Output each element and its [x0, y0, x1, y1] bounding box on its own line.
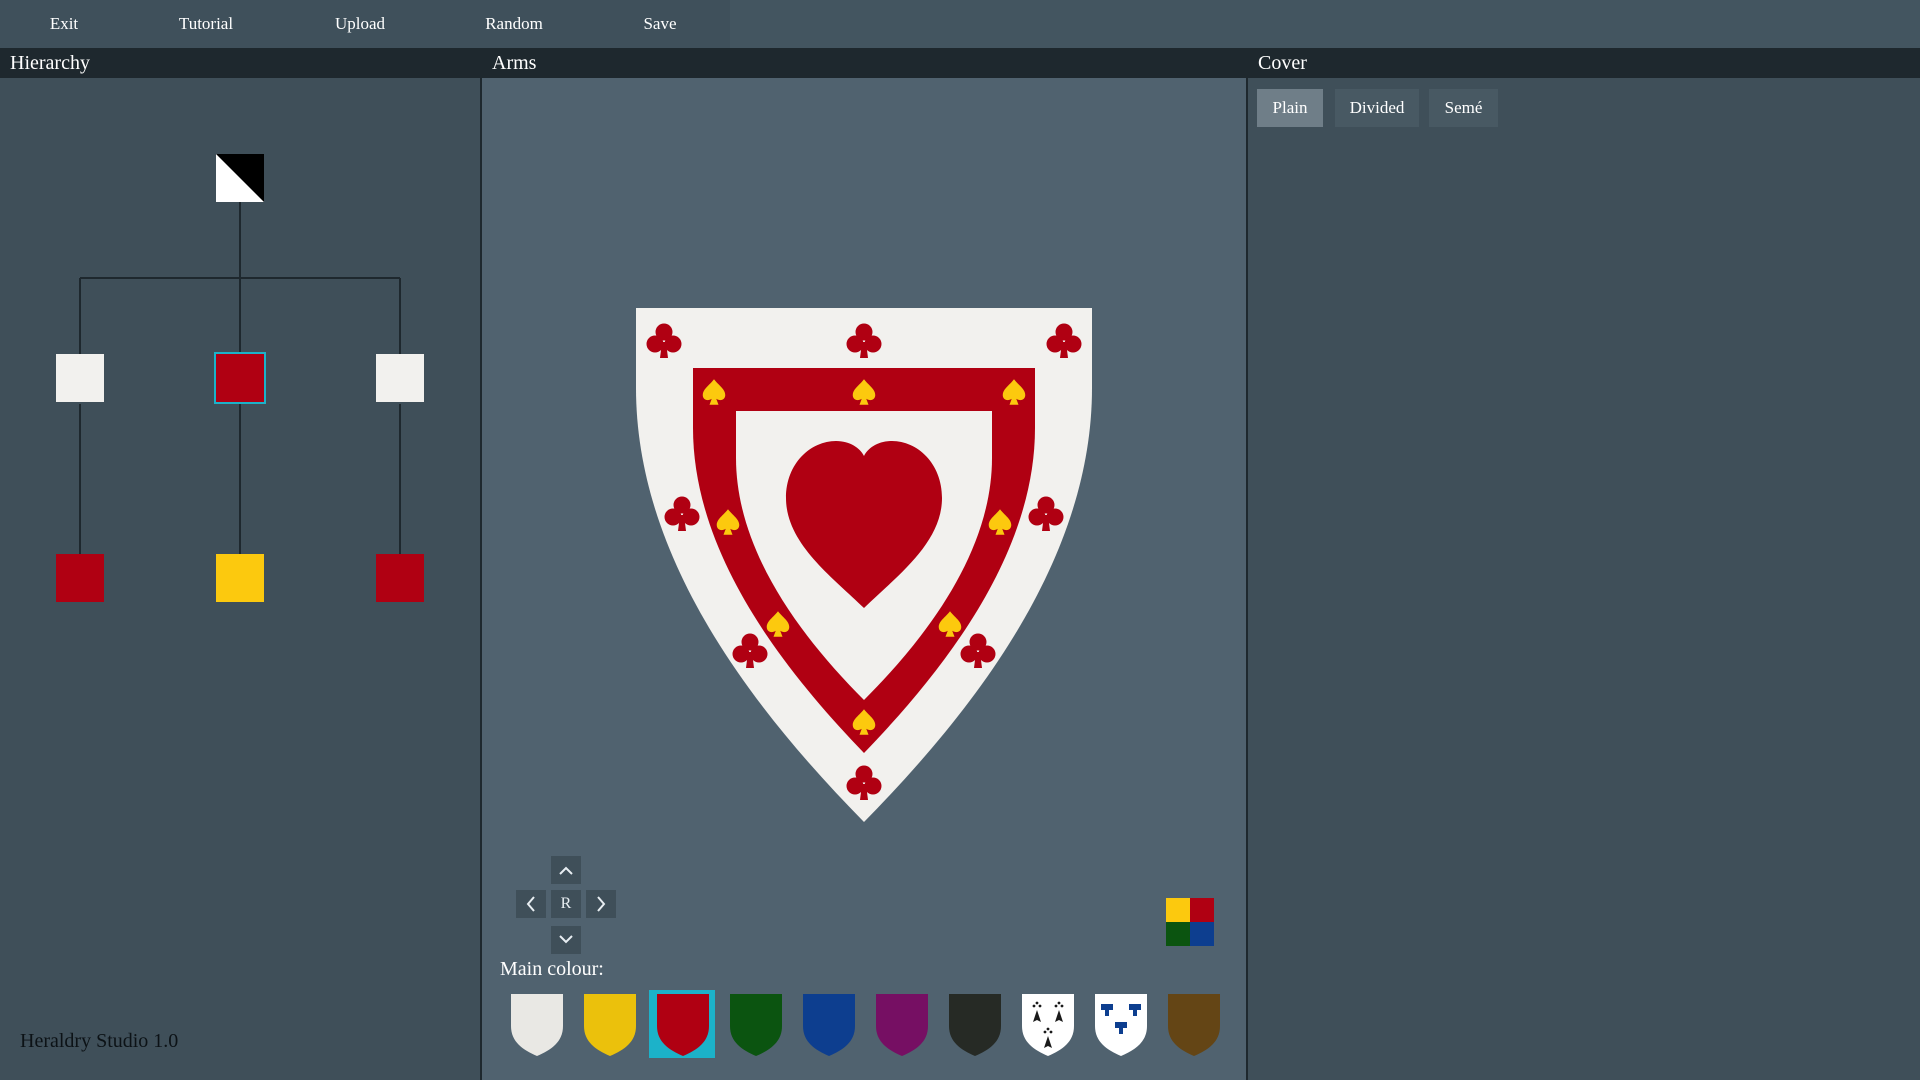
- shield-swatch-icon: [949, 994, 1001, 1056]
- shield-swatch-icon: [730, 994, 782, 1056]
- coat-of-arms-shield[interactable]: [636, 308, 1092, 822]
- colour-swatch-sable[interactable]: [941, 990, 1007, 1058]
- colour-swatch-purpure[interactable]: [868, 990, 934, 1058]
- hierarchy-panel: [0, 78, 480, 1080]
- shield-swatch-icon: [1168, 994, 1220, 1056]
- exit-button[interactable]: Exit: [28, 0, 100, 48]
- shield-swatch-icon: [1095, 994, 1147, 1056]
- shield-swatch-icon: [657, 994, 709, 1056]
- chevron-left-icon: [526, 896, 535, 912]
- shield-swatch-icon: [511, 994, 563, 1056]
- reset-position-button[interactable]: R: [551, 890, 581, 918]
- random-button[interactable]: Random: [474, 0, 554, 48]
- cover-seme-button[interactable]: Semé: [1429, 89, 1498, 127]
- hierarchy-root-node[interactable]: [216, 154, 264, 202]
- shield-swatch-icon: [876, 994, 928, 1056]
- chevron-right-icon: [597, 896, 606, 912]
- party-per-bend-icon: [216, 154, 264, 202]
- colour-swatch-argent[interactable]: [503, 990, 569, 1058]
- shield-swatch-icon: [1022, 994, 1074, 1056]
- colour-swatch-ermine[interactable]: [1014, 990, 1080, 1058]
- cover-plain-button[interactable]: Plain: [1257, 89, 1323, 127]
- cover-panel-title: Cover: [1248, 48, 1920, 78]
- colour-swatch-azure[interactable]: [795, 990, 861, 1058]
- main-colour-label: Main colour:: [500, 958, 604, 980]
- hierarchy-node-level2-1[interactable]: [56, 554, 104, 602]
- chevron-down-icon: [559, 935, 573, 944]
- cover-divided-button[interactable]: Divided: [1335, 89, 1419, 127]
- hierarchy-node-level1-2[interactable]: [214, 352, 266, 404]
- arms-panel-title: Arms: [482, 48, 1246, 78]
- save-button[interactable]: Save: [624, 0, 696, 48]
- move-down-button[interactable]: [551, 926, 581, 954]
- hierarchy-node-level1-3[interactable]: [376, 354, 424, 402]
- shield-swatch-icon: [803, 994, 855, 1056]
- move-right-button[interactable]: [586, 890, 616, 918]
- hierarchy-node-level2-2[interactable]: [216, 554, 264, 602]
- upload-button[interactable]: Upload: [320, 0, 400, 48]
- version-label: Heraldry Studio 1.0: [20, 1030, 179, 1052]
- cover-panel: [1248, 78, 1920, 1080]
- shield-swatch-icon: [584, 994, 636, 1056]
- palette-icon[interactable]: [1166, 898, 1214, 946]
- hierarchy-node-level2-3[interactable]: [376, 554, 424, 602]
- hierarchy-node-level1-1[interactable]: [56, 354, 104, 402]
- colour-swatch-gules[interactable]: [649, 990, 715, 1058]
- move-left-button[interactable]: [516, 890, 546, 918]
- colour-swatch-tenne[interactable]: [1160, 990, 1226, 1058]
- colour-swatch-vert[interactable]: [722, 990, 788, 1058]
- tutorial-button[interactable]: Tutorial: [166, 0, 246, 48]
- move-up-button[interactable]: [551, 856, 581, 884]
- chevron-up-icon: [559, 866, 573, 875]
- colour-swatch-vair[interactable]: [1087, 990, 1153, 1058]
- colour-swatch-or[interactable]: [576, 990, 642, 1058]
- hierarchy-panel-title: Hierarchy: [0, 48, 480, 78]
- main-menu: Exit Tutorial Upload Random Save: [0, 0, 730, 48]
